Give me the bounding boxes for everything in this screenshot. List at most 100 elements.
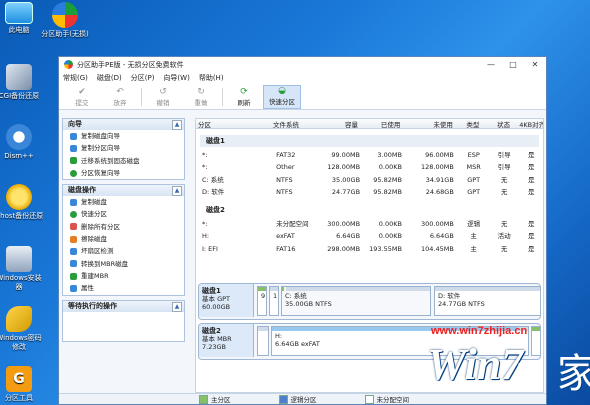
table-cell: 95.82MB: [373, 187, 402, 196]
delete-icon: [70, 223, 77, 231]
legend-label: 主分区: [211, 396, 231, 404]
undo-icon: ↺: [159, 87, 167, 97]
col-capacity[interactable]: 容量: [312, 119, 361, 128]
disk-ops-section-header[interactable]: 磁盘操作 ▲: [63, 185, 184, 197]
properties-icon: [70, 284, 77, 292]
disk1-c-block[interactable]: C: 系统 35.00GB NTFS: [281, 286, 431, 316]
usage-bar: [282, 287, 284, 291]
menu-wizard[interactable]: 向导(W): [163, 73, 189, 83]
table-cell: 是: [528, 175, 535, 184]
toolbar-separator: [141, 88, 142, 106]
col-partition[interactable]: 分区: [196, 119, 271, 128]
collapse-icon[interactable]: ▲: [172, 301, 182, 312]
disk-name: 磁盘1: [202, 287, 221, 295]
op-wipe-disk[interactable]: 擦除磁盘: [63, 233, 184, 245]
wizard-partition-recovery[interactable]: 分区恢复向导: [63, 167, 184, 179]
desktop-icon-password[interactable]: Windows密码修改: [0, 306, 44, 352]
redo-button[interactable]: ↻ 重做: [182, 87, 220, 109]
desktop-icon-label: Ghost备份还原: [0, 212, 44, 220]
disk1-map-label: 磁盘1 基本 GPT 60.00GB: [199, 284, 254, 317]
desktop-icon-ghost[interactable]: Ghost备份还原: [0, 184, 44, 221]
discard-icon: ↶: [116, 87, 124, 97]
table-cell: 逻辑: [467, 220, 481, 229]
desktop-icon-partition-assistant[interactable]: 分区助手(无损): [40, 2, 90, 39]
wizard-migrate-os[interactable]: 迁移系统到固态磁盘: [63, 155, 184, 167]
disk2-title[interactable]: 磁盘2: [200, 204, 539, 216]
table-cell: 是: [528, 151, 535, 159]
pending-ops-header[interactable]: 等待执行的操作 ▲: [63, 300, 184, 312]
table-header: 分区 文件系统 容量 已使用 未使用 类型 状态 4KB对齐: [196, 119, 543, 129]
collapse-icon[interactable]: ▲: [172, 120, 182, 130]
table-row[interactable]: *: Other 128.00MB 0.00KB 128.00MB MSR 引导 是: [196, 161, 543, 173]
legend-unallocated: 未分配空间: [364, 394, 409, 404]
refresh-button[interactable]: ⟳ 刷新: [225, 87, 263, 109]
apply-label: 提交: [75, 99, 89, 107]
disk1-d-block[interactable]: D: 软件 24.77GB NTFS: [434, 286, 540, 316]
migrate-icon: [70, 157, 77, 165]
table-cell: 活动: [497, 232, 511, 241]
wizard-section-header[interactable]: 向导 ▲: [63, 119, 184, 130]
col-4k-align[interactable]: 4KB对齐: [517, 119, 543, 128]
desktop-icon-partition-tool[interactable]: G 分区工具: [0, 366, 44, 403]
disk-type: 基本 GPT: [202, 295, 230, 303]
menu-bar: 常规(G) 磁盘(D) 分区(P) 向导(W) 帮助(H): [59, 72, 546, 84]
collapse-icon[interactable]: ▲: [172, 186, 182, 197]
disk1-msr-block[interactable]: 1: [269, 286, 279, 316]
table-cell: 无: [500, 220, 508, 229]
title-bar[interactable]: 分区助手PE版 - 无损分区免费软件 — □ ✕: [59, 57, 546, 72]
desktop-icon-this-pc[interactable]: 此电脑: [0, 2, 44, 35]
table-row[interactable]: C: 系统 NTFS 35.00GB 95.82MB 34.91GB GPT 无 是: [196, 174, 543, 186]
col-status[interactable]: 状态: [488, 119, 517, 128]
disk1-esp-block[interactable]: 9: [257, 286, 267, 316]
undo-button[interactable]: ↺ 撤销: [144, 87, 182, 109]
disk1-map[interactable]: 磁盘1 基本 GPT 60.00GB 9 1 C: 系统 35.00GB NTFS…: [198, 283, 541, 320]
menu-help[interactable]: 帮助(H): [199, 73, 224, 83]
disk2-unallocated-block[interactable]: [257, 326, 269, 356]
op-bad-sector[interactable]: 坏扇区检测: [63, 245, 184, 257]
table-row[interactable]: H: exFAT 6.64GB 0.00KB 6.64GB 主 活动 是: [196, 230, 543, 242]
op-convert-mbr[interactable]: 转换到MBR磁盘: [63, 258, 184, 270]
col-filesystem[interactable]: 文件系统: [271, 119, 312, 128]
menu-general[interactable]: 常规(G): [63, 73, 88, 83]
minimize-button[interactable]: —: [480, 60, 502, 69]
col-unused[interactable]: 未使用: [403, 119, 455, 128]
desktop-icon-label: 分区工具: [5, 394, 33, 402]
desktop-icon-windows-installer[interactable]: Windows安装器: [0, 246, 44, 292]
op-copy-disk[interactable]: 复制磁盘: [63, 196, 184, 208]
wizard-copy-partition[interactable]: 复制分区向导: [63, 142, 184, 154]
redo-label: 重做: [194, 99, 208, 107]
discard-button[interactable]: ↶ 放弃: [101, 87, 139, 109]
pending-ops-title: 等待执行的操作: [68, 301, 117, 310]
usage-bar-bg: [286, 287, 430, 291]
op-properties[interactable]: 属性: [63, 282, 184, 294]
table-row[interactable]: *: FAT32 99.00MB 3.00MB 96.00MB ESP 引导 是: [196, 149, 543, 161]
table-cell: 3.00MB: [377, 151, 402, 159]
watermark-url: www.win7zhijia.cn: [431, 325, 528, 337]
desktop-icon-cgi[interactable]: CGI备份还原: [0, 64, 44, 101]
copy-disk-icon: [70, 132, 77, 140]
apply-button[interactable]: ✔ 提交: [63, 87, 101, 109]
recovery-icon: [70, 169, 77, 177]
col-used[interactable]: 已使用: [361, 119, 403, 128]
disk1-title[interactable]: 磁盘1: [200, 135, 539, 147]
wizard-item-label: 复制磁盘向导: [81, 132, 120, 140]
table-cell: 24.68GB: [425, 187, 454, 196]
disk-size: 60.00GB: [202, 303, 231, 311]
op-rebuild-mbr[interactable]: 重建MBR: [63, 270, 184, 282]
wizard-copy-disk[interactable]: 复制磁盘向导: [63, 130, 184, 142]
disk2-rows: *: 未分配空间 300.00MB 0.00KB 300.00MB 逻辑无是 H: exFAT…: [196, 218, 543, 255]
desktop-icon-dism[interactable]: Dism++: [0, 124, 44, 161]
close-button[interactable]: ✕: [524, 60, 546, 69]
table-row[interactable]: D: 软件 NTFS 24.77GB 95.82MB 24.68GB GPT 无 是: [196, 186, 543, 198]
redo-icon: ↻: [197, 87, 205, 97]
quick-partition-button[interactable]: ◒ 快速分区: [263, 85, 301, 109]
table-row[interactable]: *: 未分配空间 300.00MB 0.00KB 300.00MB 逻辑 无 是: [196, 218, 543, 230]
op-delete-all[interactable]: 删除所有分区: [63, 221, 184, 233]
maximize-button[interactable]: □: [502, 60, 524, 69]
menu-disk[interactable]: 磁盘(D): [97, 73, 122, 83]
col-type[interactable]: 类型: [456, 119, 488, 128]
table-row[interactable]: I: EFI FAT16 298.00MB 193.55MB 104.45MB 主 无 是: [196, 243, 543, 255]
op-quick-partition[interactable]: 快速分区: [63, 208, 184, 220]
usage-bar: [258, 327, 268, 331]
menu-partition[interactable]: 分区(P): [131, 73, 155, 83]
